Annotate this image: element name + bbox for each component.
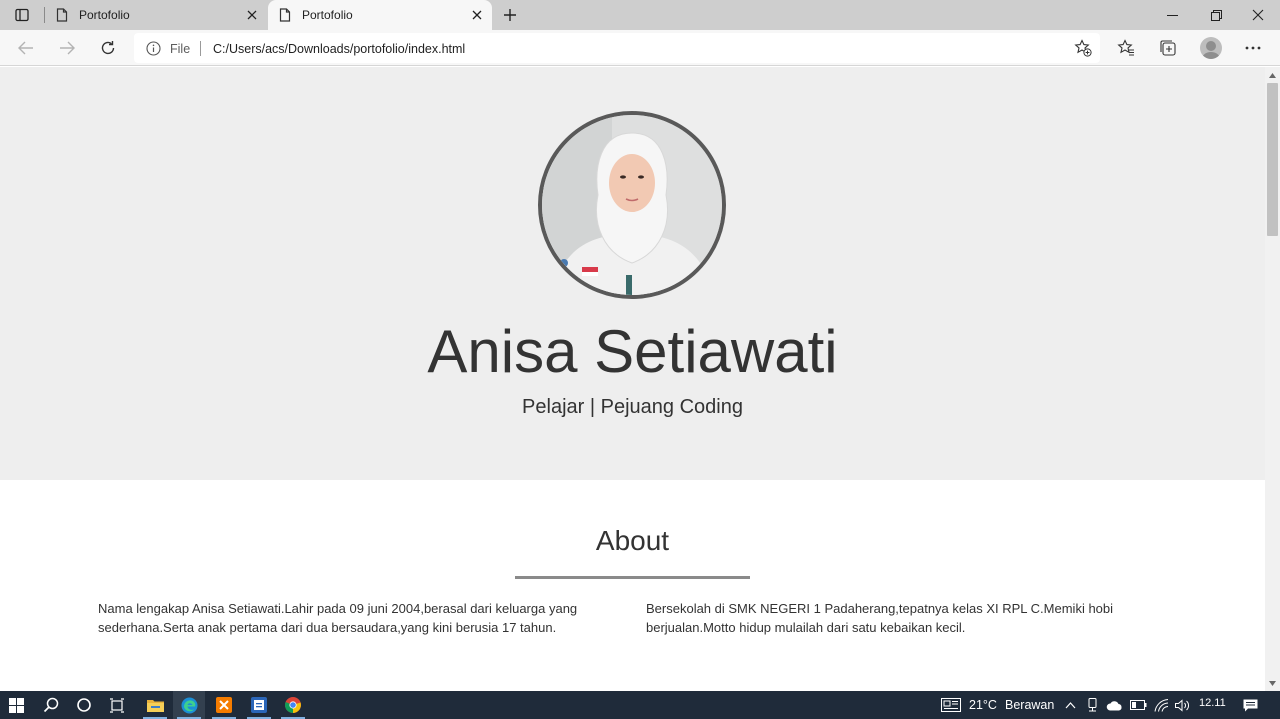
tab-portofolio-1[interactable]: Portofolio [45, 0, 267, 30]
address-separator [200, 41, 201, 56]
windows-start-icon[interactable] [0, 691, 32, 719]
weather-temp[interactable]: 21°C [969, 698, 997, 712]
notification-icon[interactable] [1236, 691, 1264, 719]
scroll-up-icon[interactable] [1265, 69, 1280, 81]
task-view-icon[interactable] [102, 691, 132, 719]
url-text[interactable]: C:/Users/acs/Downloads/portofolio/index.… [213, 42, 465, 56]
plus-icon[interactable] [498, 4, 522, 26]
news-icon[interactable] [938, 691, 964, 719]
profile-photo [538, 111, 726, 299]
weather-condition[interactable]: Berawan [1005, 698, 1054, 712]
restore-button[interactable] [1194, 0, 1238, 30]
collections-icon[interactable] [1153, 35, 1183, 61]
navigation-bar: File C:/Users/acs/Downloads/portofolio/i… [0, 30, 1280, 66]
scheme-label: File [170, 42, 191, 56]
avatar[interactable] [1196, 35, 1226, 61]
close-icon[interactable] [243, 6, 261, 24]
arrow-right-icon[interactable] [53, 35, 81, 61]
refresh-icon[interactable] [94, 35, 122, 61]
taskbar: 21°C Berawan 12.11 [0, 691, 1280, 719]
search-icon[interactable] [36, 691, 66, 719]
xampp-icon[interactable] [208, 691, 240, 719]
about-divider [515, 576, 750, 579]
cortana-icon[interactable] [69, 691, 99, 719]
onedrive-icon[interactable] [1104, 691, 1124, 719]
scroll-thumb[interactable] [1267, 83, 1278, 236]
tab-title: Portofolio [302, 8, 353, 22]
about-title: About [595, 525, 670, 556]
chrome-icon[interactable] [277, 691, 309, 719]
tab-title: Portofolio [79, 8, 130, 22]
page-icon [56, 8, 68, 25]
chevron-up-icon[interactable] [1061, 691, 1079, 719]
close-icon[interactable] [468, 6, 486, 24]
device-icon[interactable] [1083, 691, 1101, 719]
star-add-icon[interactable] [1074, 39, 1092, 62]
vertical-scrollbar[interactable] [1265, 67, 1280, 691]
battery-icon[interactable] [1128, 691, 1148, 719]
hero-section: Anisa Setiawati Pelajar | Pejuang Coding [0, 67, 1265, 480]
arrow-left-icon[interactable] [12, 35, 40, 61]
favorites-icon[interactable] [1111, 35, 1141, 61]
hero-tagline: Pelajar | Pejuang Coding [522, 396, 743, 418]
more-icon[interactable] [1238, 35, 1268, 61]
hero-name: Anisa Setiawati [427, 318, 838, 385]
scroll-down-icon[interactable] [1265, 677, 1280, 689]
about-text-left: Nama lengakap Anisa Setiawati.Lahir pada… [98, 601, 578, 635]
text-editor-icon[interactable] [243, 691, 275, 719]
tab-actions-icon[interactable] [8, 4, 36, 26]
page-icon [279, 8, 291, 25]
clock[interactable]: 12.11 [1199, 697, 1226, 709]
volume-icon[interactable] [1173, 691, 1193, 719]
edge-icon[interactable] [173, 691, 205, 719]
close-window-button[interactable] [1236, 0, 1280, 30]
address-bar[interactable]: File C:/Users/acs/Downloads/portofolio/i… [134, 33, 1100, 63]
info-icon[interactable] [146, 41, 161, 61]
about-text-right: Bersekolah di SMK NEGERI 1 Padaherang,te… [646, 601, 1114, 635]
file-explorer-icon[interactable] [139, 691, 171, 719]
minimize-button[interactable] [1150, 0, 1194, 30]
wifi-icon[interactable] [1151, 691, 1171, 719]
tab-strip: Portofolio Portofolio [0, 0, 1280, 30]
page-viewport: Anisa Setiawati Pelajar | Pejuang Coding… [0, 67, 1265, 691]
tab-portofolio-2[interactable]: Portofolio [268, 0, 492, 30]
